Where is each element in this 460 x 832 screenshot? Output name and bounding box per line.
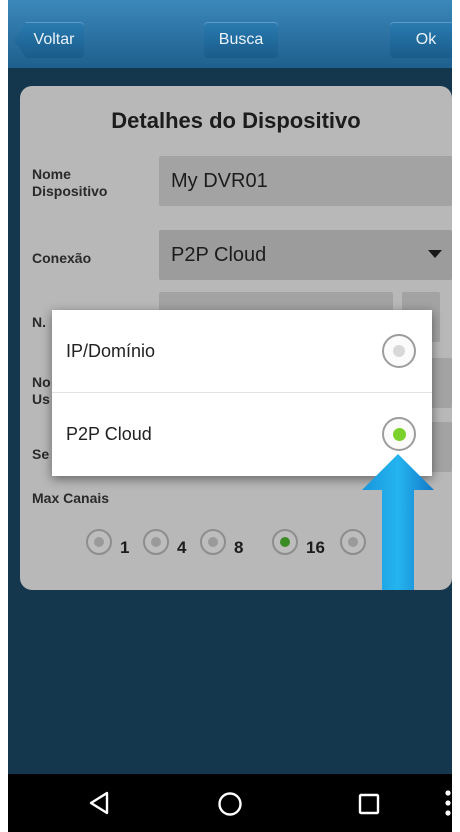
serial-label: N. xyxy=(32,314,46,330)
radio-unselected-icon[interactable] xyxy=(382,334,416,368)
radio-dot-icon xyxy=(348,537,358,547)
device-name-label-line2: Dispositivo xyxy=(32,183,108,199)
device-name-label-line1: Nome xyxy=(32,166,71,182)
device-name-field[interactable]: My DVR01 xyxy=(159,156,452,206)
radio-dot-icon xyxy=(208,537,218,547)
channel-radio-1[interactable] xyxy=(86,529,112,555)
radio-dot-icon xyxy=(151,537,161,547)
radio-dot-icon xyxy=(280,537,290,547)
device-name-label: Nome Dispositivo xyxy=(32,166,107,200)
recents-square-icon[interactable] xyxy=(358,793,380,815)
connection-select[interactable]: P2P Cloud xyxy=(159,230,452,280)
channel-option-label: 1 xyxy=(120,538,130,557)
back-button[interactable]: Voltar xyxy=(14,22,84,58)
top-bar: Voltar Busca Ok xyxy=(8,0,452,68)
channel-option-label: 4 xyxy=(177,538,187,557)
more-dots-icon[interactable] xyxy=(444,788,452,818)
home-circle-icon[interactable] xyxy=(217,791,243,817)
chevron-down-icon xyxy=(428,250,442,258)
channel-radio-4[interactable] xyxy=(143,529,169,555)
radio-dot-icon xyxy=(393,345,405,357)
option-ip-domain[interactable]: IP/Domínio xyxy=(52,310,432,392)
radio-selected-icon[interactable] xyxy=(382,417,416,451)
radio-dot-icon xyxy=(94,537,104,547)
channel-radio-16[interactable] xyxy=(272,529,298,555)
radio-dot-icon xyxy=(392,427,406,441)
password-label: Se xyxy=(32,446,50,462)
user-label-line2: Us xyxy=(32,391,50,407)
search-button[interactable]: Busca xyxy=(204,22,278,58)
channel-option-label: 8 xyxy=(234,538,244,557)
user-label: No Us xyxy=(32,374,51,408)
channel-radio-8[interactable] xyxy=(200,529,226,555)
connection-label: Conexão xyxy=(32,250,92,266)
connection-value: P2P Cloud xyxy=(171,243,267,266)
user-label-line1: No xyxy=(32,374,51,390)
max-channels-label: Max Canais xyxy=(32,490,110,506)
channel-option-label: 16 xyxy=(306,538,325,557)
back-triangle-icon[interactable] xyxy=(88,791,110,815)
arrow-up-icon xyxy=(362,454,434,590)
ok-button[interactable]: Ok xyxy=(390,22,452,58)
option-label: IP/Domínio xyxy=(66,340,156,361)
option-label: P2P Cloud xyxy=(66,423,152,444)
android-nav-bar xyxy=(8,774,452,832)
page-title: Detalhes do Dispositivo xyxy=(111,108,361,133)
